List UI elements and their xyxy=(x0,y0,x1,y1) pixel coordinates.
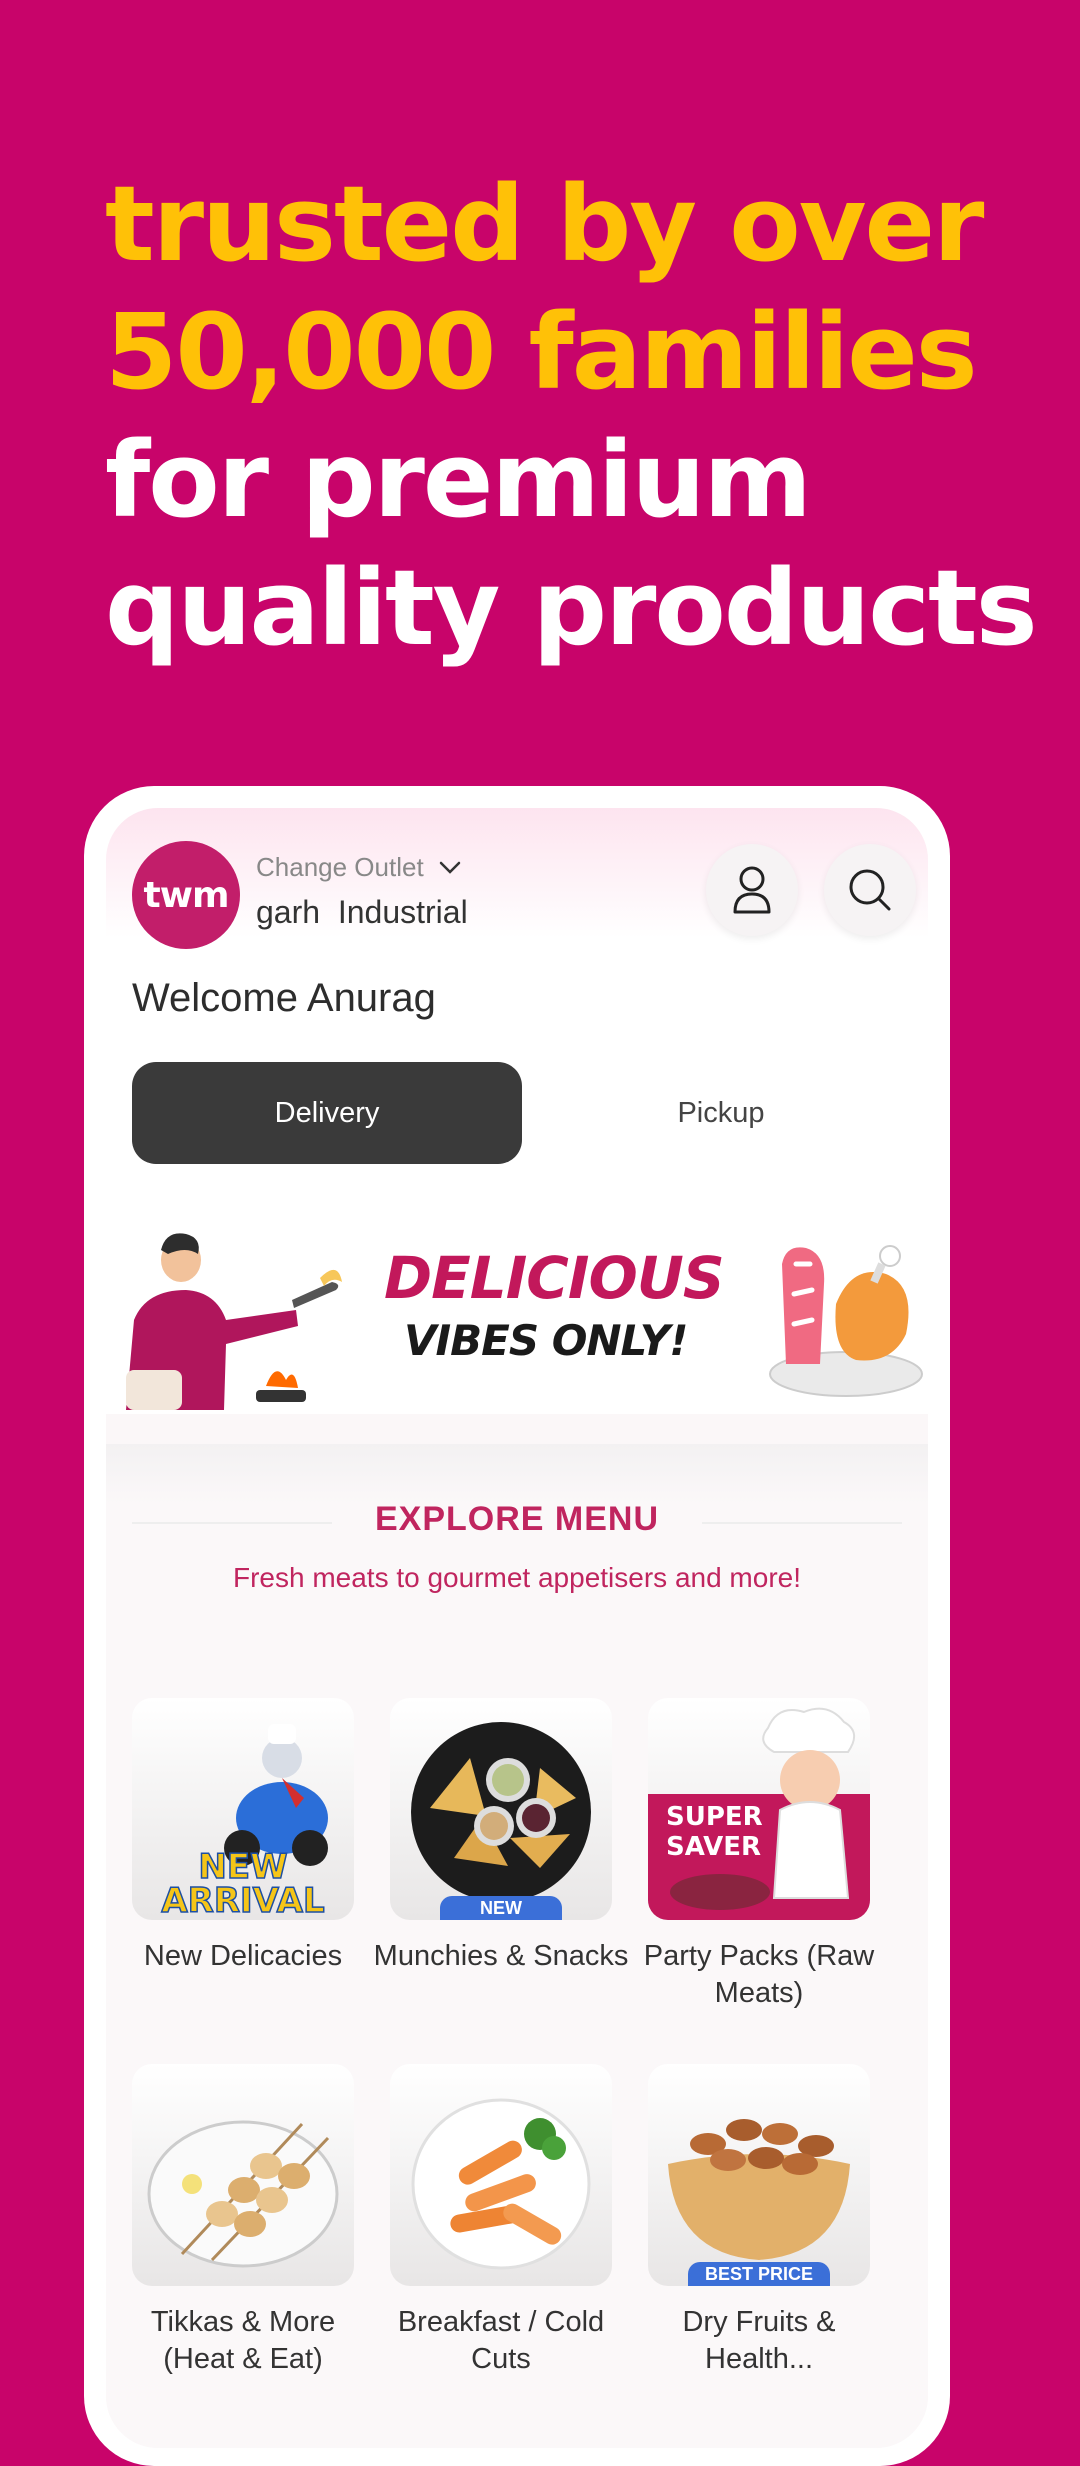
promo-line-4: quality products xyxy=(105,547,1038,669)
search-icon xyxy=(849,869,891,911)
new-badge: NEW xyxy=(440,1896,562,1920)
tab-pickup[interactable]: Pickup xyxy=(526,1062,916,1164)
category-label: Tikkas & More (Heat & Eat) xyxy=(150,2306,336,2375)
snack-platter-icon xyxy=(411,1722,591,1902)
skewers-icon xyxy=(147,2120,339,2268)
category-image: NEW ARRIVAL xyxy=(132,1698,354,1920)
promo-line-1: trusted by over xyxy=(105,163,984,285)
category-image xyxy=(132,2064,354,2286)
category-image: SUPER SAVER xyxy=(648,1698,870,1920)
meat-platter-illustration xyxy=(769,1245,923,1397)
new-arrival-text: NEW ARRIVAL xyxy=(161,1847,326,1920)
explore-menu-title: EXPLORE MENU xyxy=(374,1500,660,1538)
best-price-badge: BEST PRICE xyxy=(688,2262,830,2286)
promo-banner[interactable]: DELICIOUS VIBES ONLY! xyxy=(106,1214,928,1414)
promo-line-2: 50,000 families xyxy=(105,291,978,413)
promo-line-3: for premium xyxy=(105,419,812,541)
app-screen: twm Change Outlet garh Industrial Welcom… xyxy=(106,808,928,2448)
category-image xyxy=(390,2064,612,2286)
phone-frame: twm Change Outlet garh Industrial Welcom… xyxy=(84,786,950,2466)
brand-logo[interactable]: twm xyxy=(132,841,240,949)
category-label: Munchies & Snacks xyxy=(373,1940,629,1972)
category-image: BEST PRICE xyxy=(648,2064,870,2286)
chevron-down-icon xyxy=(439,861,460,874)
change-outlet-button[interactable]: Change Outlet xyxy=(256,852,462,883)
tab-delivery[interactable]: Delivery xyxy=(132,1062,522,1164)
chef-cooking-illustration xyxy=(126,1233,342,1410)
app-header: twm Change Outlet garh Industrial Welcom… xyxy=(106,808,928,1238)
search-button[interactable] xyxy=(824,844,916,936)
almonds-icon xyxy=(668,2119,850,2260)
profile-button[interactable] xyxy=(706,844,798,936)
category-label: Breakfast / Cold Cuts xyxy=(397,2306,605,2375)
outlet-name[interactable]: garh Industrial xyxy=(256,894,468,931)
chef-icon xyxy=(670,1707,855,1910)
category-label: Dry Fruits & Health... xyxy=(682,2306,836,2375)
banner-title: DELICIOUS xyxy=(384,1244,725,1312)
change-outlet-label: Change Outlet xyxy=(256,852,424,882)
welcome-text: Welcome Anurag xyxy=(132,976,436,1020)
category-label: New Delicacies xyxy=(143,1940,343,1972)
banner-subtitle: VIBES ONLY! xyxy=(404,1316,688,1365)
promo-headline: trusted by over 50,000 families for prem… xyxy=(105,160,1038,672)
user-icon xyxy=(733,866,771,914)
explore-menu-section: EXPLORE MENU Fresh meats to gourmet appe… xyxy=(106,1444,928,2448)
category-image: NEW xyxy=(390,1698,612,1920)
category-label: Party Packs (Raw Meats) xyxy=(643,1940,875,2009)
explore-menu-subtitle: Fresh meats to gourmet appetisers and mo… xyxy=(232,1562,802,1593)
sausages-icon xyxy=(411,2098,591,2270)
